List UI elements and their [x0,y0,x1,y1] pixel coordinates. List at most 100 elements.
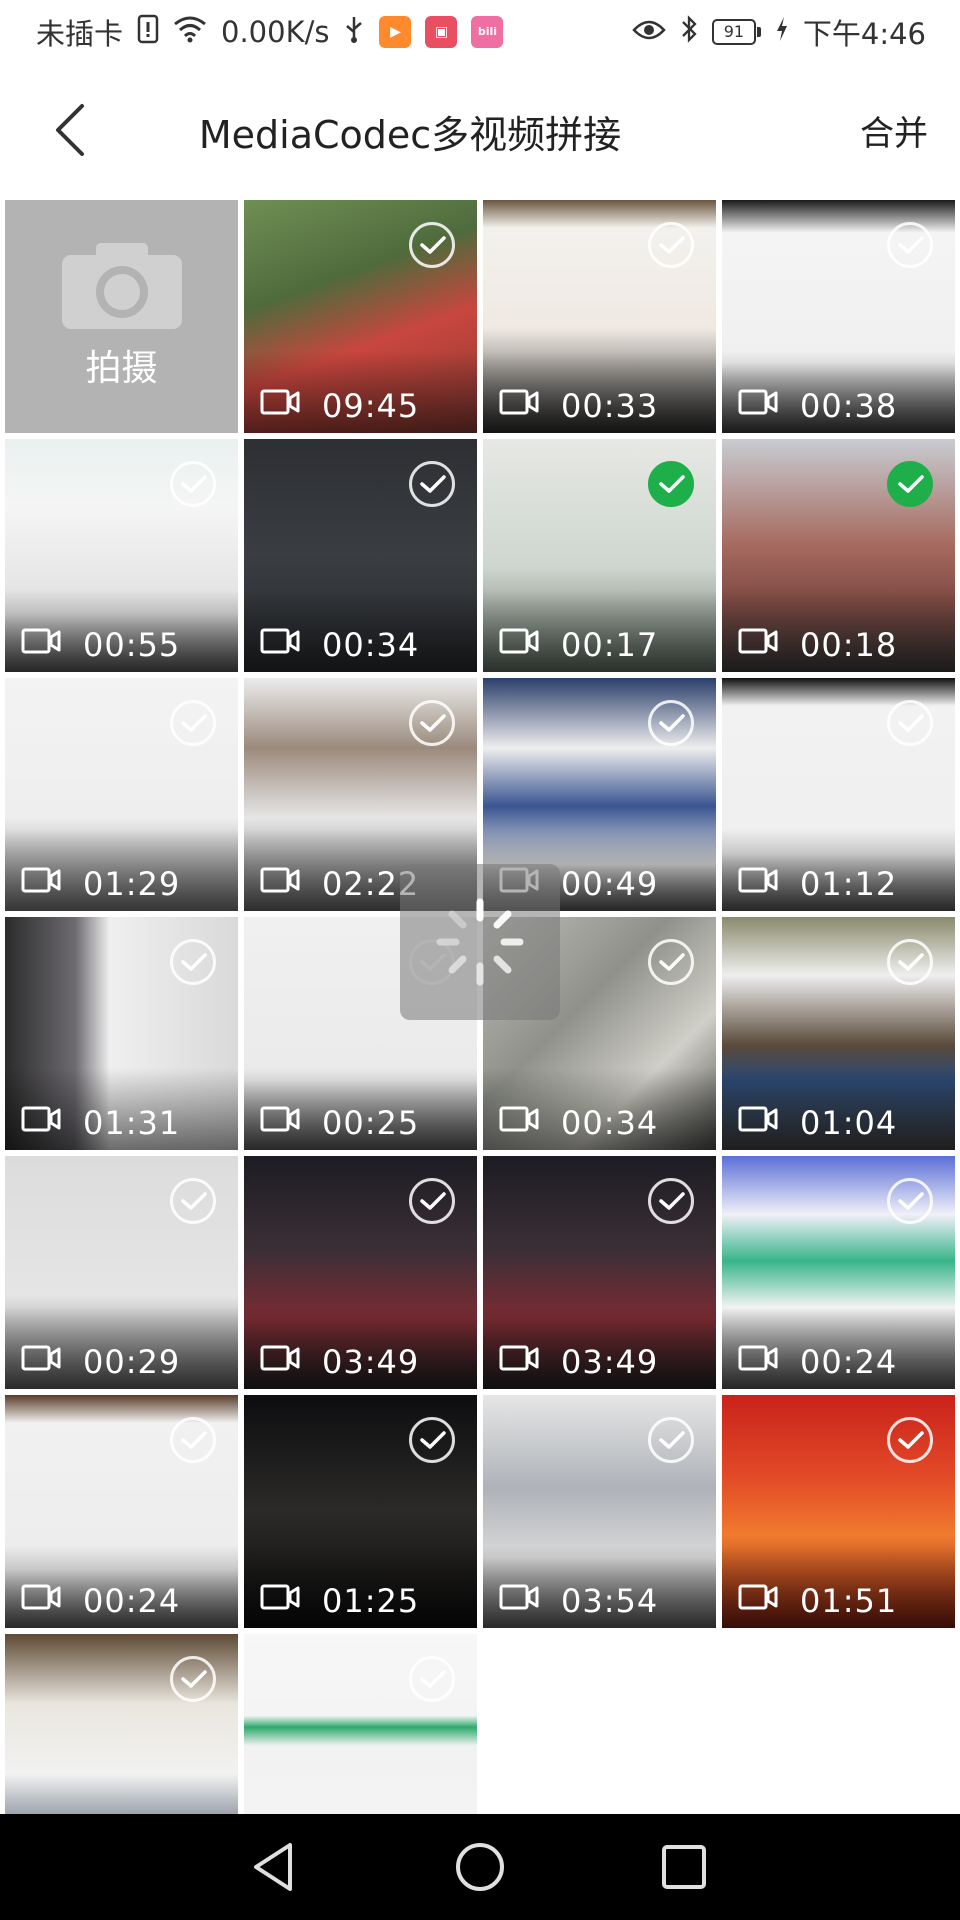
video-duration: 00:17 [561,626,659,664]
check-icon [659,1192,685,1210]
video-duration: 01:31 [83,1104,181,1142]
checkbox-checked[interactable] [648,461,694,507]
check-icon [659,236,685,254]
checkbox[interactable] [887,700,933,746]
check-icon [420,714,446,732]
navigation-bar [0,1814,960,1920]
usb-icon [343,14,365,51]
camera-tile[interactable]: 拍摄 [5,200,238,433]
video-tile[interactable]: 01:04 [722,917,955,1150]
checkbox[interactable] [170,1178,216,1224]
check-icon [898,236,924,254]
checkbox[interactable] [409,461,455,507]
video-tile[interactable]: 01:25 [244,1395,477,1628]
status-bar-left: 未插卡 0.00K/s ▶ ▣ bili [36,10,504,54]
checkbox[interactable] [409,1178,455,1224]
check-icon [420,475,446,493]
video-tile[interactable]: 00:34 [244,439,477,672]
video-camera-icon [499,389,539,419]
nav-home-button[interactable] [450,1837,510,1897]
check-icon [420,1431,446,1449]
video-camera-icon [21,1106,61,1136]
video-camera-icon [738,1345,778,1375]
video-duration: 09:45 [322,387,420,425]
video-tile[interactable]: 00:38 [722,200,955,433]
video-tile[interactable]: 01:29 [5,678,238,911]
video-camera-icon [738,1584,778,1614]
merge-button[interactable]: 合并 [860,106,928,155]
app-icon-pink: bili [471,16,504,48]
video-tile[interactable]: 00:55 [5,439,238,672]
video-duration: 00:49 [561,865,659,903]
video-tile[interactable]: 01:31 [5,917,238,1150]
check-icon [181,1431,207,1449]
eye-icon [632,15,666,49]
video-camera-icon [499,628,539,658]
square-recents-icon [662,1845,706,1889]
wifi-icon [173,15,207,50]
checkbox[interactable] [170,939,216,985]
video-duration: 03:49 [322,1343,420,1381]
video-tile[interactable]: 03:49 [483,1156,716,1389]
network-speed: 0.00K/s [221,15,330,49]
nav-back-button[interactable] [246,1837,306,1897]
nav-recents-button[interactable] [654,1837,714,1897]
battery-icon: 91 [711,19,761,45]
checkbox[interactable] [409,1656,455,1702]
video-tile[interactable]: 01:12 [722,678,955,911]
video-tile[interactable]: 00:18 [722,439,955,672]
check-icon [898,1192,924,1210]
app-icon-red: ▣ [425,16,458,48]
checkbox[interactable] [409,222,455,268]
checkbox[interactable] [409,1417,455,1463]
checkbox[interactable] [409,700,455,746]
checkbox[interactable] [887,1178,933,1224]
check-icon [420,1192,446,1210]
checkbox[interactable] [648,222,694,268]
video-tile[interactable]: 00:33 [483,200,716,433]
checkbox[interactable] [648,700,694,746]
checkbox-checked[interactable] [887,461,933,507]
video-duration: 03:54 [561,1582,659,1620]
checkbox[interactable] [648,1178,694,1224]
checkbox[interactable] [648,1417,694,1463]
video-tile[interactable]: 09:45 [244,200,477,433]
video-camera-icon [499,1345,539,1375]
checkbox[interactable] [887,939,933,985]
video-duration: 00:18 [800,626,898,664]
video-tile[interactable] [5,1634,238,1814]
video-camera-icon [738,628,778,658]
spinner-icon [436,898,524,986]
check-icon [181,953,207,971]
checkbox[interactable] [887,222,933,268]
video-tile[interactable]: 03:49 [244,1156,477,1389]
page-title: MediaCodec多视频拼接 [198,113,622,157]
battery-level: 91 [711,19,756,45]
video-duration: 01:29 [83,865,181,903]
video-tile[interactable] [244,1634,477,1814]
video-tile[interactable]: 01:51 [722,1395,955,1628]
camera-label: 拍摄 [85,347,158,389]
checkbox[interactable] [170,1656,216,1702]
video-tile[interactable]: 03:54 [483,1395,716,1628]
video-camera-icon [260,1106,300,1136]
title-bar: MediaCodec多视频拼接 合并 [0,64,960,200]
video-tile[interactable]: 00:24 [722,1156,955,1389]
check-icon [181,1192,207,1210]
video-duration: 00:34 [561,1104,659,1142]
video-tile[interactable]: 00:24 [5,1395,238,1628]
charging-icon [775,15,789,50]
video-tile[interactable]: 00:29 [5,1156,238,1389]
video-camera-icon [260,867,300,897]
triangle-back-icon [254,1843,292,1891]
checkbox[interactable] [170,1417,216,1463]
sim-alert-icon [137,14,159,51]
video-tile[interactable]: 00:17 [483,439,716,672]
video-camera-icon [260,389,300,419]
video-duration: 00:24 [83,1582,181,1620]
video-duration: 00:55 [83,626,181,664]
checkbox[interactable] [887,1417,933,1463]
checkbox[interactable] [170,461,216,507]
checkbox[interactable] [170,700,216,746]
checkbox[interactable] [648,939,694,985]
